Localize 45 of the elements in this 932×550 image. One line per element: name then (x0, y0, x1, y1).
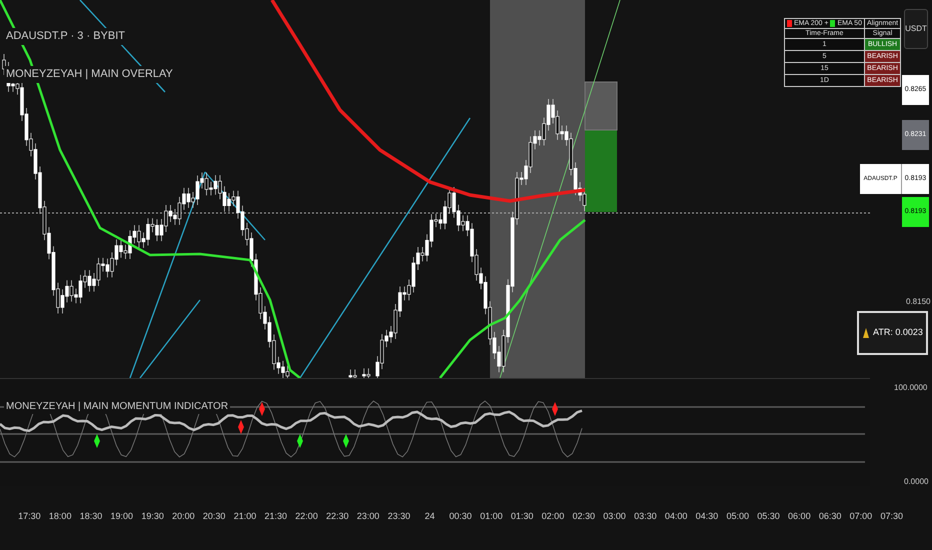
loss-zone (584, 82, 618, 130)
signal-marker (343, 434, 349, 448)
signal-marker (297, 434, 303, 448)
time-label: 22:30 (326, 510, 349, 523)
time-label: 01:00 (480, 510, 503, 523)
time-label: 22:00 (295, 510, 318, 523)
signal-marker (259, 402, 265, 416)
time-label: 02:30 (572, 510, 595, 523)
signal-marker (552, 402, 558, 416)
warning-icon (862, 328, 870, 338)
time-label: 24 (424, 510, 435, 523)
time-label: 20:30 (202, 510, 226, 523)
indicator-title: MONEYZEYAH | MAIN OVERLAY (4, 66, 175, 82)
time-label: 20:00 (172, 510, 195, 523)
scale-label: 0.0000 (904, 476, 928, 488)
time-label: 03:00 (603, 510, 626, 523)
time-label: 01:30 (510, 510, 534, 523)
currency-button[interactable]: USDT (904, 9, 928, 49)
time-label: 02:00 (542, 510, 564, 523)
price-label: 0.8150 (906, 296, 930, 308)
signal-marker (94, 434, 100, 448)
time-label: 18:00 (48, 510, 72, 523)
time-label: 04:30 (696, 510, 718, 523)
time-label: 07:00 (850, 510, 872, 523)
time-label: 17:30 (18, 510, 41, 523)
atr-value: ATR: 0.0023 (873, 326, 923, 340)
chart-title: ADAUSDT.P · 3 · BYBIT (4, 28, 127, 44)
time-label: 05:00 (726, 510, 749, 523)
time-label: 23:30 (388, 510, 410, 523)
time-label: 19:00 (110, 510, 134, 523)
scale-label: 100.0000 (894, 382, 928, 394)
time-label: 00:30 (449, 510, 472, 523)
time-label: 05:30 (757, 510, 780, 523)
indicator-title: MONEYZEYAH | MAIN MOMENTUM INDICATOR (4, 399, 230, 414)
time-label: 06:30 (818, 510, 842, 523)
time-label: 23:00 (356, 510, 380, 523)
time-label: 03:30 (634, 510, 657, 523)
time-label: 18:30 (80, 510, 102, 523)
time-label: 19:30 (141, 510, 164, 523)
time-label: 07:30 (880, 510, 903, 523)
time-label: 06:00 (788, 510, 811, 523)
time-label: 04:00 (664, 510, 688, 523)
time-label: 21:00 (234, 510, 256, 523)
time-label: 21:30 (264, 510, 288, 523)
signal-marker (238, 420, 244, 434)
